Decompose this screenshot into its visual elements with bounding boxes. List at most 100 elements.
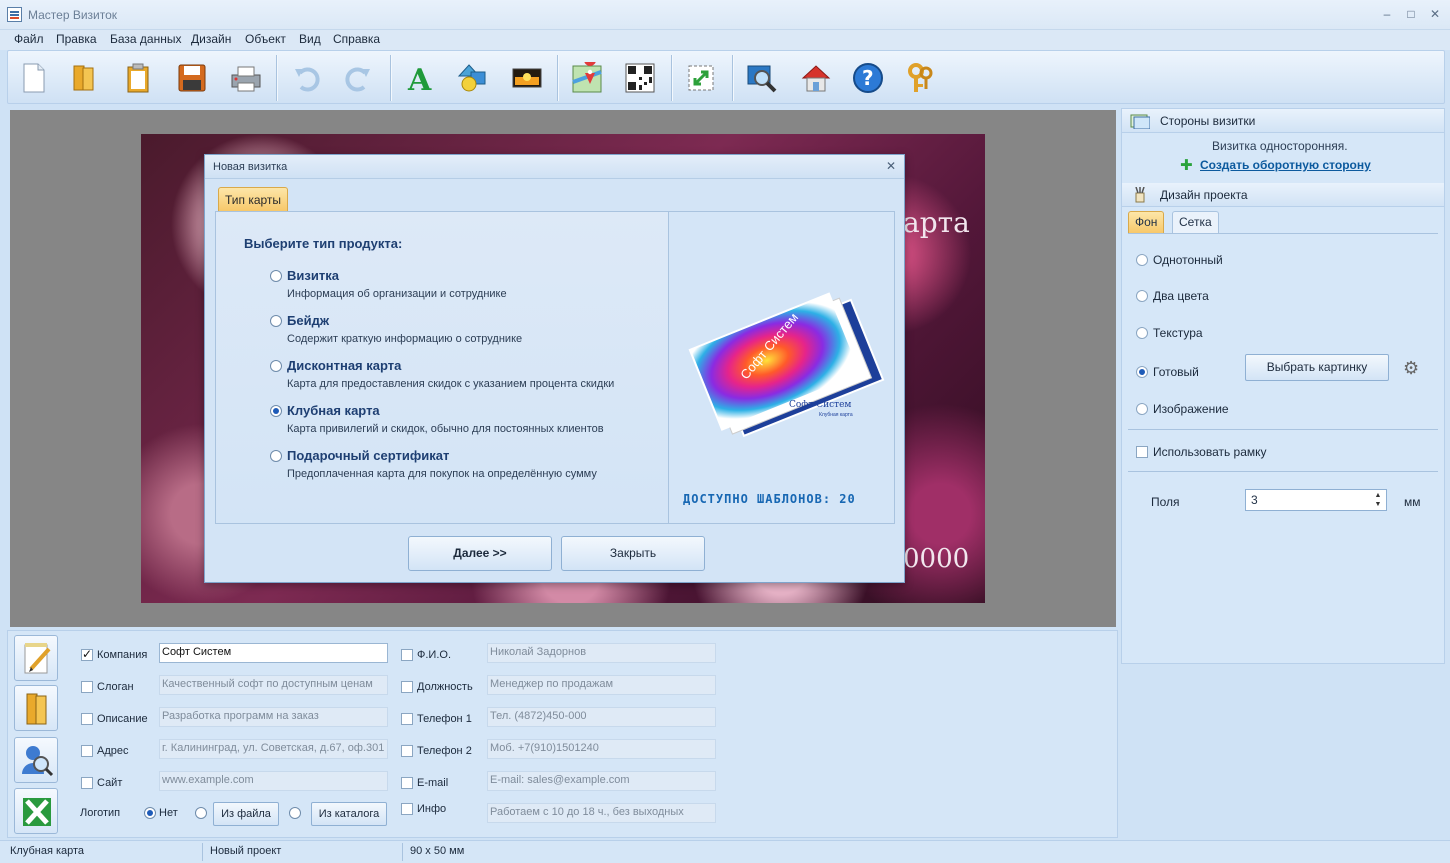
create-back-side-link[interactable]: Создать оборотную сторону <box>1200 158 1371 172</box>
zoom-icon[interactable] <box>744 60 780 96</box>
logo-none-radio[interactable] <box>144 807 156 819</box>
option-description: Содержит краткую информацию о сотруднике <box>287 333 523 345</box>
home-icon[interactable] <box>798 60 834 96</box>
company-checkbox[interactable] <box>81 647 93 661</box>
menu-file[interactable]: Файл <box>14 32 44 46</box>
radio-texture[interactable] <box>1136 327 1148 339</box>
maximize-button[interactable]: □ <box>1400 4 1422 24</box>
phone2-checkbox[interactable] <box>401 745 413 757</box>
logo-from-catalog-button[interactable]: Из каталога <box>311 802 387 826</box>
email-checkbox[interactable] <box>401 777 413 789</box>
description-field[interactable]: Разработка программ на заказ <box>159 707 388 727</box>
book-side-button[interactable] <box>14 685 58 731</box>
tab-background[interactable]: Фон <box>1128 211 1165 233</box>
phone1-field[interactable]: Тел. (4872)450-000 <box>487 707 716 727</box>
product-type-list: Выберите тип продукта: Визитка Информаци… <box>216 212 668 523</box>
radio-business-card[interactable] <box>270 270 282 282</box>
minimize-button[interactable]: – <box>1376 4 1398 24</box>
save-icon[interactable] <box>174 60 210 96</box>
site-field[interactable]: www.example.com <box>159 771 388 791</box>
pick-image-button[interactable]: Выбрать картинку <box>1245 354 1389 381</box>
margins-stepper[interactable]: 3 ▲ ▼ <box>1245 489 1387 511</box>
user-search-icon <box>22 746 54 777</box>
redo-icon[interactable] <box>341 60 377 96</box>
radio-ready[interactable] <box>1136 366 1148 378</box>
status-product-type: Клубная карта <box>10 845 85 857</box>
open-folder-icon[interactable] <box>66 60 102 96</box>
position-checkbox[interactable] <box>401 681 413 693</box>
info-checkbox[interactable] <box>401 803 413 815</box>
shapes-icon[interactable] <box>455 60 491 96</box>
qr-code-icon[interactable] <box>622 60 658 96</box>
description-checkbox[interactable] <box>81 713 93 725</box>
margins-unit: мм <box>1404 495 1421 509</box>
radio-badge[interactable] <box>270 315 282 327</box>
info-field[interactable]: Работаем с 10 до 18 ч., без выходных <box>487 803 716 823</box>
phone1-checkbox[interactable] <box>401 713 413 725</box>
radio-two-colors[interactable] <box>1136 290 1148 302</box>
close-window-button[interactable]: ✕ <box>1424 4 1446 24</box>
menu-view[interactable]: Вид <box>299 32 321 46</box>
address-field[interactable]: г. Калининград, ул. Советская, д.67, оф.… <box>159 739 388 759</box>
fields-panel: Компания Софт Систем Слоган Качественный… <box>7 630 1118 838</box>
phone1-label: Телефон 1 <box>417 713 472 725</box>
tab-card-type[interactable]: Тип карты <box>218 187 289 211</box>
radio-gift-certificate[interactable] <box>270 450 282 462</box>
email-field[interactable]: E-mail: sales@example.com <box>487 771 716 791</box>
radio-discount-card[interactable] <box>270 360 282 372</box>
next-button[interactable]: Далее >> <box>408 536 552 571</box>
label-texture: Текстура <box>1153 326 1203 340</box>
site-checkbox[interactable] <box>81 777 93 789</box>
fit-icon[interactable] <box>683 60 719 96</box>
dialog-close-icon[interactable]: ✕ <box>884 159 898 173</box>
product-type-prompt: Выберите тип продукта: <box>244 236 403 251</box>
undo-icon[interactable] <box>288 60 324 96</box>
slogan-checkbox[interactable] <box>81 681 93 693</box>
close-button[interactable]: Закрыть <box>561 536 705 571</box>
map-icon[interactable] <box>569 60 605 96</box>
logo-catalog-radio[interactable] <box>289 807 301 819</box>
search-contacts-button[interactable] <box>14 737 58 783</box>
clipboard-icon[interactable] <box>120 60 156 96</box>
radio-solid[interactable] <box>1136 254 1148 266</box>
option-description: Информация об организации и сотруднике <box>287 288 507 300</box>
edit-side-button[interactable] <box>14 635 58 681</box>
menu-database[interactable]: База данных <box>110 32 181 46</box>
print-icon[interactable] <box>228 60 264 96</box>
use-frame-checkbox[interactable] <box>1136 446 1148 458</box>
address-checkbox[interactable] <box>81 745 93 757</box>
new-document-icon[interactable] <box>16 60 52 96</box>
position-field[interactable]: Менеджер по продажам <box>487 675 716 695</box>
tab-grid[interactable]: Сетка <box>1172 211 1219 233</box>
slogan-label: Слоган <box>97 681 134 693</box>
company-field[interactable]: Софт Систем <box>159 643 388 663</box>
card-text-partial-top: арта <box>903 206 970 239</box>
menu-edit[interactable]: Правка <box>56 32 97 46</box>
help-icon[interactable]: ? <box>850 60 886 96</box>
card-type-preview-image: Софт Систем Софт Систем Клубная карта <box>688 292 885 438</box>
logo-none-label: Нет <box>159 807 178 819</box>
stepper-arrows-icon[interactable]: ▲ ▼ <box>1372 491 1384 509</box>
dialog-title: Новая визитка <box>213 161 288 173</box>
sides-header-title: Стороны визитки <box>1160 114 1256 128</box>
logo-file-radio[interactable] <box>195 807 207 819</box>
menu-design[interactable]: Дизайн <box>191 32 231 46</box>
radio-image[interactable] <box>1136 403 1148 415</box>
fullname-field[interactable]: Николай Задорнов <box>487 643 716 663</box>
brushes-icon <box>1135 187 1145 203</box>
text-icon[interactable]: A <box>402 60 438 96</box>
keys-icon[interactable] <box>903 60 939 96</box>
menu-object[interactable]: Объект <box>245 32 286 46</box>
book-icon <box>26 693 47 725</box>
slogan-field[interactable]: Качественный софт по доступным ценам <box>159 675 388 695</box>
radio-club-card[interactable] <box>270 405 282 417</box>
logo-from-file-button[interactable]: Из файла <box>213 802 279 826</box>
menu-help[interactable]: Справка <box>333 32 380 46</box>
option-label: Дисконтная карта <box>287 358 402 373</box>
gear-icon[interactable]: ⚙ <box>1403 358 1419 379</box>
image-icon[interactable] <box>509 60 545 96</box>
excel-side-button[interactable] <box>14 788 58 834</box>
toolbar-separator <box>390 55 391 101</box>
phone2-field[interactable]: Моб. +7(910)1501240 <box>487 739 716 759</box>
fullname-checkbox[interactable] <box>401 649 413 661</box>
